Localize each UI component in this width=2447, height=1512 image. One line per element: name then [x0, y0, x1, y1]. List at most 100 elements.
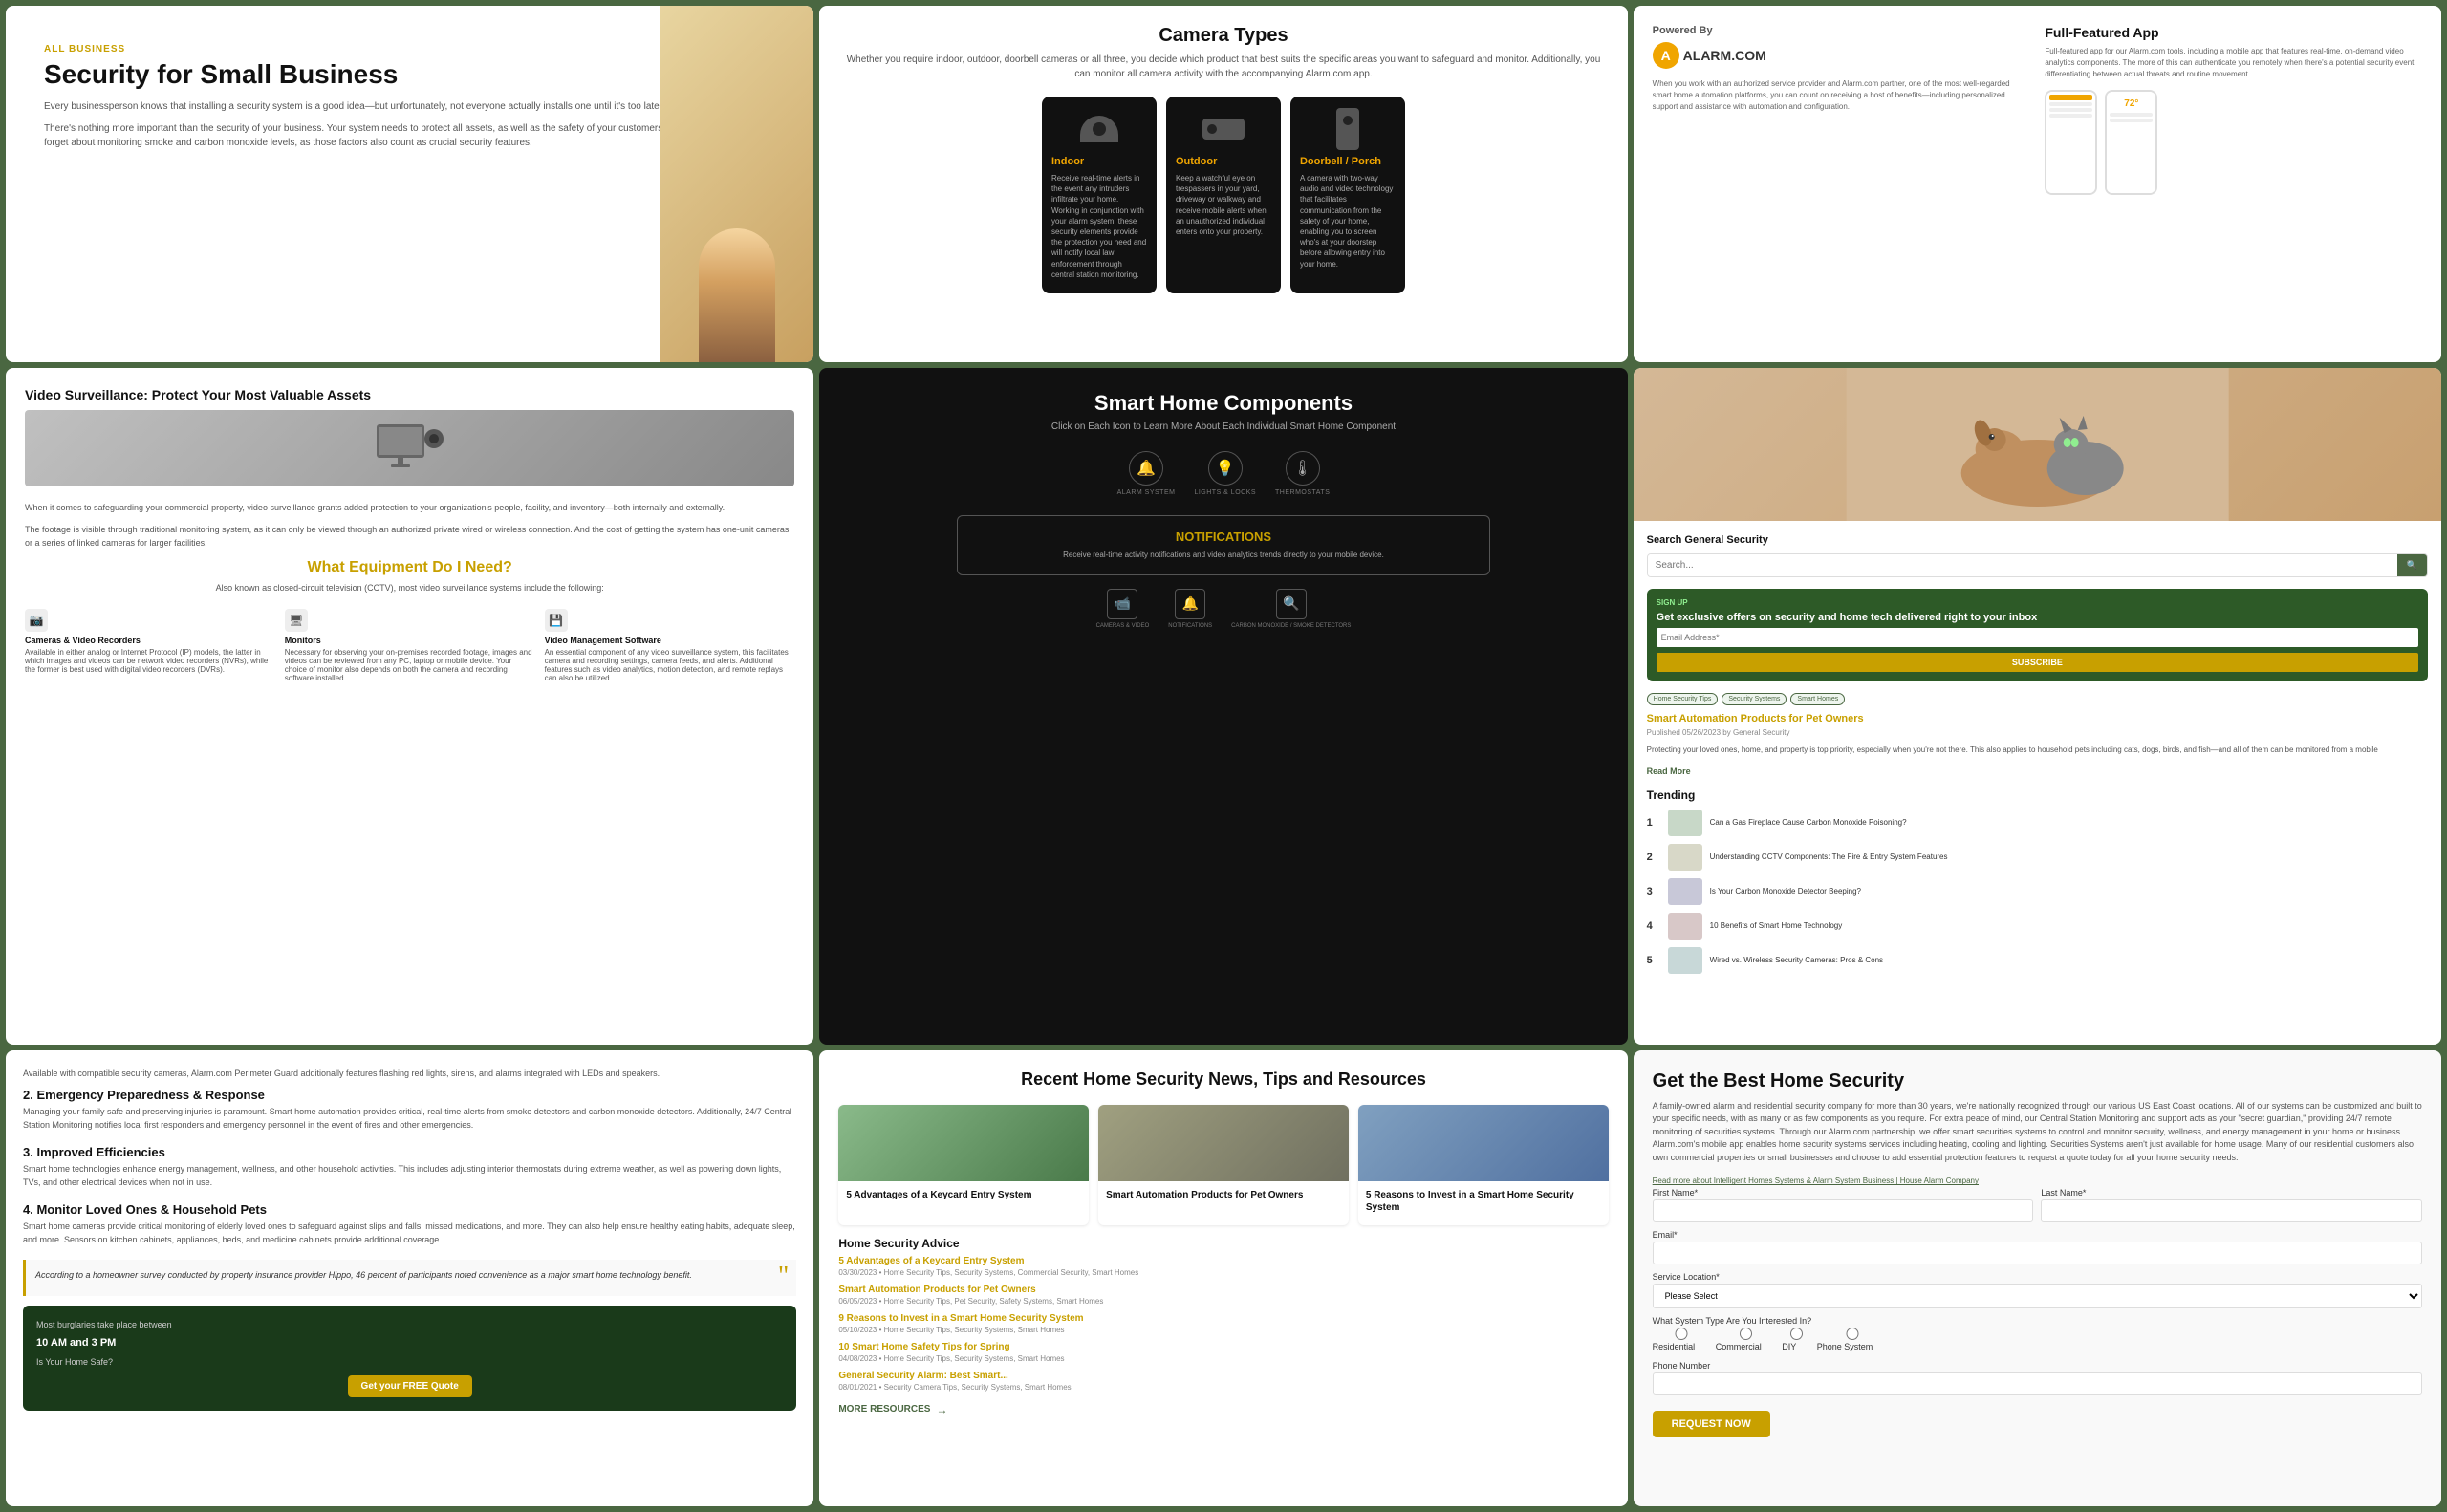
indoor-camera-icon [1075, 110, 1123, 148]
bot-left-panel: Available with compatible security camer… [6, 1050, 813, 1506]
cameras-video-icon-item[interactable]: 📹 CAMERAS & VIDEO [1096, 589, 1150, 629]
news-link-4[interactable]: 10 Smart Home Safety Tips for Spring [838, 1342, 1608, 1352]
tag-smart-homes[interactable]: Smart Homes [1790, 693, 1845, 705]
trending-title-2[interactable]: Understanding CCTV Components: The Fire … [1710, 853, 1948, 862]
trending-item-4: 4 10 Benefits of Smart Home Technology [1647, 913, 2428, 940]
signup-tag: SIGN UP [1657, 598, 2418, 607]
eq-software: 💾 Video Management Software An essential… [545, 609, 795, 682]
trending-thumb-2 [1668, 844, 1702, 871]
phone-item-5 [2110, 119, 2153, 122]
camera-lens [429, 434, 439, 443]
equipment-list: 📷 Cameras & Video Recorders Available in… [25, 609, 794, 682]
bullet-shape [1202, 119, 1245, 140]
cameras-video-icon: 📹 [1107, 589, 1137, 619]
news-card-title-2: Smart Automation Products for Pet Owners [1106, 1189, 1341, 1201]
powered-by-label: Powered By [1653, 25, 2030, 36]
burglary-question: Is Your Home Safe? [36, 1356, 783, 1370]
trending-title-3[interactable]: Is Your Carbon Monoxide Detector Beeping… [1710, 887, 1861, 896]
read-more-link[interactable]: Read More [1647, 767, 1691, 776]
camera-card-indoor[interactable]: Indoor Receive real-time alerts in the e… [1042, 97, 1157, 293]
search-button[interactable]: 🔍 [2397, 554, 2427, 576]
search-box[interactable]: 🔍 [1647, 553, 2428, 577]
get-quote-button[interactable]: Get your FREE Quote [348, 1375, 472, 1397]
trending-title-1[interactable]: Can a Gas Fireplace Cause Carbon Monoxid… [1710, 818, 1907, 828]
eq-cameras-desc: Available in either analog or Internet P… [25, 648, 268, 674]
radio-diy[interactable] [1782, 1328, 1811, 1340]
trending-title-5[interactable]: Wired vs. Wireless Security Cameras: Pro… [1710, 956, 1883, 965]
full-featured-desc: Full-featured app for our Alarm.com tool… [2045, 46, 2422, 80]
smoke-detectors-label: CARBON MONOXIDE / SMOKE DETECTORS [1231, 623, 1351, 629]
news-meta-3: 05/10/2023 • Home Security Tips, Securit… [838, 1326, 1608, 1334]
notifications-label: NOTIFICATIONS [1168, 623, 1212, 629]
first-name-input[interactable] [1653, 1199, 2034, 1222]
outdoor-title: Outdoor [1176, 156, 1271, 167]
phone-item-4 [2110, 113, 2153, 117]
email-input[interactable] [1653, 1242, 2422, 1264]
email-input[interactable] [1657, 628, 2418, 647]
news-link-2[interactable]: Smart Automation Products for Pet Owners [838, 1285, 1608, 1295]
full-featured-title: Full-Featured App [2045, 25, 2422, 40]
news-link-5[interactable]: General Security Alarm: Best Smart... [838, 1371, 1608, 1381]
signup-title: Get exclusive offers on security and hom… [1657, 611, 2418, 624]
news-link-1[interactable]: 5 Advantages of a Keycard Entry System [838, 1256, 1608, 1266]
notifications-icon-item[interactable]: 🔔 NOTIFICATIONS [1168, 589, 1212, 629]
alarm-system-icon-item[interactable]: 🔔 ALARM SYSTEM [1117, 451, 1176, 496]
alarm-description: When you work with an authorized service… [1653, 78, 2030, 113]
trending-num-5: 5 [1647, 955, 1660, 966]
news-card-1[interactable]: 5 Advantages of a Keycard Entry System [838, 1105, 1089, 1225]
option-residential[interactable]: Residential [1653, 1328, 1710, 1351]
monitor-pets-num: 4 [23, 1202, 30, 1217]
option-phone[interactable]: Phone System [1817, 1328, 1888, 1351]
emergency-body: Managing your family safe and preserving… [23, 1106, 796, 1132]
option-commercial[interactable]: Commercial [1716, 1328, 1777, 1351]
notification-title: NOTIFICATIONS [977, 529, 1470, 544]
service-select[interactable]: Please Select [1653, 1284, 2422, 1308]
tag-security-systems[interactable]: Security Systems [1722, 693, 1787, 705]
phone-field: Phone Number [1653, 1361, 2422, 1395]
thermostats-icon-item[interactable]: 🌡 THERMOSTATS [1275, 451, 1330, 496]
bottom-link[interactable]: Read more about Intelligent Homes System… [1653, 1177, 1979, 1185]
tag-home-security[interactable]: Home Security Tips [1647, 693, 1719, 705]
person-silhouette [699, 228, 775, 362]
option-diy[interactable]: DIY [1782, 1328, 1811, 1351]
radio-commercial[interactable] [1716, 1328, 1777, 1340]
email-field: Email* [1653, 1230, 2422, 1264]
phone-mockup-2: 72° [2105, 90, 2157, 195]
smoke-detectors-icon-item[interactable]: 🔍 CARBON MONOXIDE / SMOKE DETECTORS [1231, 589, 1351, 629]
radio-residential[interactable] [1653, 1328, 1710, 1340]
top-center-panel: Camera Types Whether you require indoor,… [819, 6, 1627, 362]
news-cards-grid: 5 Advantages of a Keycard Entry System S… [838, 1105, 1608, 1225]
subscribe-button[interactable]: SUBSCRIBE [1657, 653, 2418, 672]
last-name-input[interactable] [2041, 1199, 2422, 1222]
request-button[interactable]: REQUEST NOW [1653, 1411, 1770, 1437]
trending-title-4[interactable]: 10 Benefits of Smart Home Technology [1710, 921, 1843, 931]
top-right-panel: Powered By A ALARM.COM When you work wit… [1634, 6, 2441, 362]
phone-item-3 [2049, 114, 2092, 118]
camera-card-doorbell[interactable]: Doorbell / Porch A camera with two-way a… [1290, 97, 1405, 293]
more-resources-button[interactable]: MORE RESOURCES [838, 1403, 947, 1416]
news-link-3[interactable]: 9 Reasons to Invest in a Smart Home Secu… [838, 1313, 1608, 1324]
radio-phone[interactable] [1817, 1328, 1888, 1340]
news-card-2[interactable]: Smart Automation Products for Pet Owners [1098, 1105, 1349, 1225]
article-link[interactable]: Smart Automation Products for Pet Owners [1647, 713, 2428, 724]
tags-row: Home Security Tips Security Systems Smar… [1647, 693, 2428, 705]
news-meta-2: 06/05/2023 • Home Security Tips, Pet Sec… [838, 1297, 1608, 1306]
service-field: Service Location* Please Select [1653, 1272, 2422, 1308]
news-card-body-1: 5 Advantages of a Keycard Entry System [838, 1181, 1089, 1213]
lights-locks-icon-item[interactable]: 💡 LIGHTS & LOCKS [1194, 451, 1256, 496]
notification-desc: Receive real-time activity notifications… [977, 550, 1470, 561]
monitor-pets-heading: Monitor Loved Ones & Household Pets [36, 1202, 267, 1217]
news-meta-4: 04/08/2023 • Home Security Tips, Securit… [838, 1354, 1608, 1363]
trending-thumb-1 [1668, 810, 1702, 836]
smart-home-bottom-icons: 📹 CAMERAS & VIDEO 🔔 NOTIFICATIONS 🔍 CARB… [1096, 589, 1352, 629]
news-card-3[interactable]: 5 Reasons to Invest in a Smart Home Secu… [1358, 1105, 1609, 1225]
efficiencies-num: 3 [23, 1145, 30, 1159]
monitor-stand [398, 458, 403, 465]
efficiencies-heading: Improved Efficiencies [36, 1145, 164, 1159]
camera-card-outdoor[interactable]: Outdoor Keep a watchful eye on trespasse… [1166, 97, 1281, 293]
phone-input[interactable] [1653, 1372, 2422, 1395]
trending-num-2: 2 [1647, 852, 1660, 863]
camera-types-title: Camera Types [838, 25, 1608, 47]
best-security-body: A family-owned alarm and residential sec… [1653, 1100, 2422, 1165]
search-input[interactable] [1648, 554, 2397, 576]
